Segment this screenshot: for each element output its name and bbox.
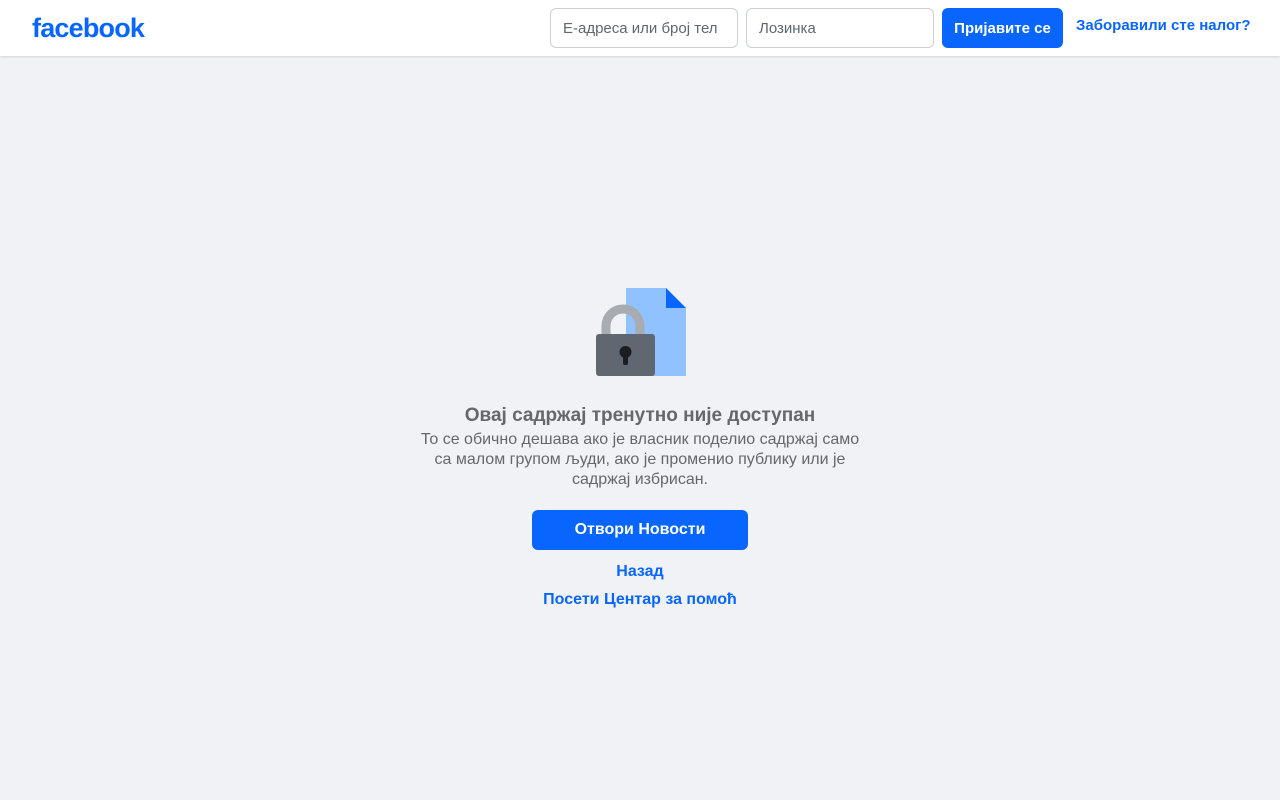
top-navigation-bar: facebook Пријавите се Заборавили сте нал… [0,0,1280,56]
locked-document-icon [596,288,686,376]
back-link-row: Назад [340,562,940,582]
page-title: Овај садржај тренутно није доступан [464,405,816,426]
forgot-account-link[interactable]: Заборавили сте налог? [1076,17,1251,34]
help-link-row: Посети Центар за помоћ [340,590,940,610]
help-center-link[interactable]: Посети Центар за помоћ [543,590,737,610]
email-or-phone-input[interactable] [550,8,738,48]
login-button[interactable]: Пријавите се [942,8,1063,48]
page-description: То се обично дешава ако је власник подел… [420,431,860,488]
open-news-feed-button[interactable]: Отвори Новости [532,510,748,550]
facebook-logo[interactable]: facebook [32,10,145,46]
password-input[interactable] [746,8,934,48]
content-unavailable-panel: Овај садржај тренутно није доступан То с… [340,286,940,610]
back-link[interactable]: Назад [616,562,663,582]
